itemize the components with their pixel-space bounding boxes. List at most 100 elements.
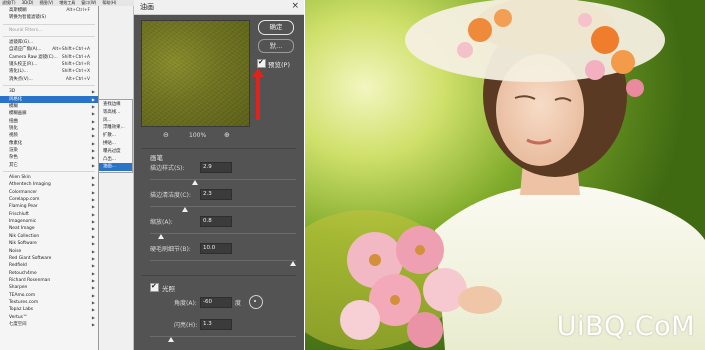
filter-menu-item[interactable]: 杂色 ▶ xyxy=(0,154,98,161)
filter-menu-item[interactable]: Imagenomic ▶ xyxy=(0,218,98,225)
menu-item-label: Alien Skin xyxy=(9,175,31,180)
menu-item-label: Neat Image xyxy=(9,226,35,232)
menubar-item[interactable]: 帮助(H) xyxy=(102,0,116,6)
zoom-out-icon[interactable]: ⊖ xyxy=(163,131,169,139)
param-slider-thumb[interactable] xyxy=(192,180,198,185)
menu-item-shortcut: Alt+Shift+Ctrl+A xyxy=(52,47,90,53)
zoom-in-icon[interactable]: ⊕ xyxy=(224,131,230,139)
preview-photo: UiBQ.CoM xyxy=(305,0,705,350)
param-value-input[interactable]: 10.0 xyxy=(200,243,232,254)
filter-menu-item[interactable]: Colormancer ▶ xyxy=(0,189,98,196)
shine-slider-thumb[interactable] xyxy=(168,337,175,342)
param-slider-track[interactable] xyxy=(150,206,296,207)
filter-menu-item[interactable]: Athentech Imaging ▶ xyxy=(0,181,98,188)
submenu-item[interactable]: 凸出... xyxy=(99,156,132,164)
submenu-item-label: 扩散... xyxy=(103,133,116,139)
param-value-input[interactable]: 2.3 xyxy=(200,189,232,200)
filter-menu-item[interactable]: 其它 ▶ xyxy=(0,162,98,169)
param-slider-track[interactable] xyxy=(150,179,296,180)
preview-checkbox[interactable] xyxy=(257,58,266,68)
submenu-arrow-icon: ▶ xyxy=(91,255,95,261)
filter-menu-item[interactable]: 像素化 ▶ xyxy=(0,140,98,147)
filter-menu-item[interactable]: 风格化 ▶ xyxy=(0,95,98,103)
filter-menu-item[interactable]: Corelapp.com ▶ xyxy=(0,196,98,203)
lighting-section-title: 光照 xyxy=(162,285,175,293)
filter-menu-item[interactable]: 视频 ▶ xyxy=(0,132,98,139)
submenu-item[interactable]: 浮雕效果... xyxy=(99,124,132,132)
filter-menu-item[interactable]: Retouch4me ▶ xyxy=(0,270,98,277)
filter-menu-item[interactable]: 高斯模糊 Alt+Ctrl+F xyxy=(0,7,98,14)
param-slider-thumb[interactable] xyxy=(290,261,296,266)
shine-input[interactable]: 1.3 xyxy=(200,319,232,330)
shine-label: 闪亮(H): xyxy=(174,322,198,329)
submenu-item[interactable]: 拼贴... xyxy=(99,140,132,148)
filter-menu-item[interactable]: 转换为智能滤镜(S) xyxy=(0,14,98,21)
param-slider-track[interactable] xyxy=(150,260,296,261)
param-value-input[interactable]: 2.9 xyxy=(200,162,232,173)
close-icon[interactable]: × xyxy=(291,1,299,12)
filter-menu-item[interactable]: 渲染 ▶ xyxy=(0,147,98,154)
menu-item-shortcut: Shift+Ctrl+R xyxy=(61,62,90,68)
filter-menu-item[interactable]: 七度空间 ▶ xyxy=(0,321,98,328)
menu-item-label: Topaz Labs xyxy=(9,307,34,313)
lighting-checkbox[interactable] xyxy=(150,282,159,292)
filter-menu-item[interactable]: 自适应广角(A)... Alt+Shift+Ctrl+A xyxy=(0,46,98,53)
filter-menu-item[interactable]: Flaming Pear ▶ xyxy=(0,203,98,210)
submenu-arrow-icon: ▶ xyxy=(91,322,95,327)
filter-menu-item[interactable]: Noise ▶ xyxy=(0,248,98,255)
param-slider-thumb[interactable] xyxy=(182,207,189,212)
angle-dial[interactable] xyxy=(249,295,263,309)
menu-item-label: 滤镜库(G)... xyxy=(9,40,34,46)
filter-menu-item[interactable]: Sharpen ▶ xyxy=(0,284,98,291)
filter-menu-item[interactable]: 3D ▶ xyxy=(0,88,98,95)
filter-menu-item[interactable]: 模糊 ▶ xyxy=(0,103,98,110)
filter-menu-item[interactable]: 液化(L)... Shift+Ctrl+X xyxy=(0,68,98,75)
menu-item-label: Richard Rosenman xyxy=(9,277,51,283)
menu-item-label: 消失点(V)... xyxy=(9,76,33,82)
section-divider xyxy=(142,148,296,149)
submenu-arrow-icon: ▶ xyxy=(91,263,95,269)
brush-section-title: 画笔 xyxy=(150,154,163,162)
filter-menu-item[interactable]: Textures.com ▶ xyxy=(0,299,98,306)
submenu-arrow-icon: ▶ xyxy=(91,96,95,102)
menu-separator xyxy=(3,85,95,87)
submenu-item[interactable]: 等高线... xyxy=(99,109,132,117)
filter-menu-item[interactable]: Camera Raw 滤镜(C)... Shift+Ctrl+A xyxy=(0,54,98,61)
menu-item-label: Athentech Imaging xyxy=(9,182,51,188)
oil-paint-dialog: 油画 × ⊖ 100% ⊕ 确定 默... 预览(P) 画笔 描边样式(S): 2… xyxy=(134,0,304,350)
filter-menu-item[interactable]: Frischluft ▶ xyxy=(0,211,98,218)
filter-menu-item[interactable]: 模糊画廊 ▶ xyxy=(0,110,98,117)
preview-image[interactable] xyxy=(141,20,250,127)
filter-menu-item[interactable]: Nik Software ▶ xyxy=(0,240,98,247)
filter-menu-item[interactable]: TEAmo.com ▶ xyxy=(0,292,98,299)
default-button[interactable]: 默... xyxy=(258,39,294,53)
submenu-arrow-icon: ▶ xyxy=(91,248,95,254)
filter-menu-item[interactable]: Alien Skin ▶ xyxy=(0,174,98,181)
filter-menu-item[interactable]: Topaz Labs ▶ xyxy=(0,306,98,313)
submenu-item[interactable]: 扩散... xyxy=(99,132,132,140)
submenu-item[interactable]: 风... xyxy=(99,117,132,125)
param-slider-track[interactable] xyxy=(150,233,296,234)
filter-menu-item[interactable]: 镜头校正(R)... Shift+Ctrl+R xyxy=(0,61,98,68)
submenu-item[interactable]: 曝光过度 xyxy=(99,148,132,156)
filter-menu-item[interactable]: 消失点(V)... Alt+Ctrl+V xyxy=(0,76,98,83)
filter-menu-item[interactable]: Richard Rosenman ▶ xyxy=(0,277,98,284)
submenu-item-label: 拼贴... xyxy=(103,141,116,146)
menu-item-label: 其它 xyxy=(9,162,18,168)
angle-input[interactable]: -60 xyxy=(200,297,232,308)
filter-menu-item[interactable]: 扭曲 ▶ xyxy=(0,118,98,125)
filter-menu-item[interactable]: Red Giant Software ▶ xyxy=(0,255,98,262)
submenu-item[interactable]: 查找边缘 xyxy=(99,101,132,109)
param-slider-thumb[interactable] xyxy=(158,234,165,239)
filter-menu-item[interactable]: Neat Image ▶ xyxy=(0,225,98,232)
ok-button[interactable]: 确定 xyxy=(258,20,294,35)
filter-menu-item[interactable]: Neural Filters... xyxy=(0,27,98,34)
filter-menu-item[interactable]: 滤镜库(G)... xyxy=(0,39,98,46)
filter-menu-item[interactable]: Nik Collection ▶ xyxy=(0,233,98,240)
filter-menu-item[interactable]: Vertus™ ▶ xyxy=(0,314,98,321)
filter-menu-item[interactable]: 锐化 ▶ xyxy=(0,125,98,132)
filter-menu-item[interactable]: Redfield ▶ xyxy=(0,262,98,269)
menu-item-label: 扭曲 xyxy=(9,118,18,124)
param-value-input[interactable]: 0.8 xyxy=(200,216,232,227)
submenu-item[interactable]: 油画... xyxy=(99,163,132,172)
